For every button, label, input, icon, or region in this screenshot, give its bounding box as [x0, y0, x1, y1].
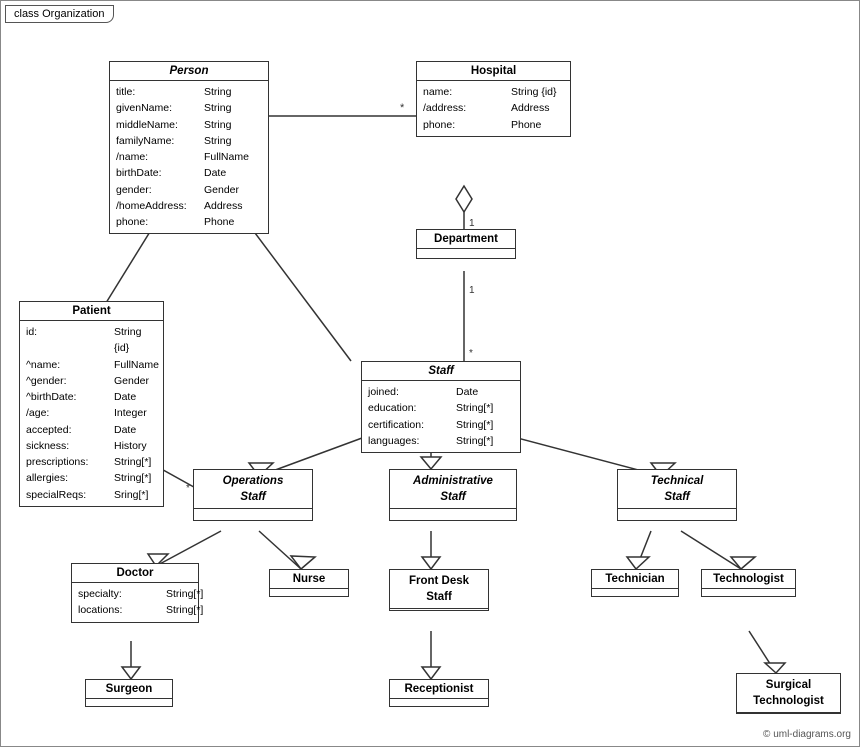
- front-desk-staff-title: Front Desk Staff: [390, 570, 488, 609]
- receptionist-title: Receptionist: [390, 680, 488, 699]
- operations-staff-class: Operations Staff: [193, 469, 313, 521]
- surgical-technologist-class: Surgical Technologist: [736, 673, 841, 714]
- surgical-technologist-title: Surgical Technologist: [737, 674, 840, 713]
- nurse-class: Nurse: [269, 569, 349, 597]
- receptionist-class: Receptionist: [389, 679, 489, 707]
- operations-staff-title: Operations Staff: [194, 470, 312, 509]
- hospital-title: Hospital: [417, 62, 570, 81]
- technical-staff-class: Technical Staff: [617, 469, 737, 521]
- department-class: Department: [416, 229, 516, 259]
- svg-text:1: 1: [469, 218, 475, 229]
- svg-text:*: *: [400, 102, 405, 114]
- administrative-staff-class: Administrative Staff: [389, 469, 517, 521]
- person-body: title:String givenName:String middleName…: [110, 81, 268, 233]
- technician-class: Technician: [591, 569, 679, 597]
- svg-text:1: 1: [469, 285, 475, 296]
- doctor-title: Doctor: [72, 564, 198, 583]
- diagram-title: class Organization: [5, 5, 114, 23]
- department-title: Department: [417, 230, 515, 249]
- staff-class: Staff joined:Date education:String[*] ce…: [361, 361, 521, 453]
- front-desk-staff-class: Front Desk Staff: [389, 569, 489, 611]
- patient-class: Patient id:String {id} ^name:FullName ^g…: [19, 301, 164, 507]
- patient-title: Patient: [20, 302, 163, 321]
- hospital-class: Hospital name:String {id} /address:Addre…: [416, 61, 571, 137]
- diagram-container: class Organization * * 1 * 1 *: [0, 0, 860, 747]
- copyright: © uml-diagrams.org: [763, 729, 851, 740]
- doctor-class: Doctor specialty:String[*] locations:Str…: [71, 563, 199, 623]
- staff-title: Staff: [362, 362, 520, 381]
- person-class: Person title:String givenName:String mid…: [109, 61, 269, 234]
- technical-staff-title: Technical Staff: [618, 470, 736, 509]
- person-title: Person: [110, 62, 268, 81]
- doctor-body: specialty:String[*] locations:String[*]: [72, 583, 198, 622]
- title-label: class Organization: [14, 8, 105, 20]
- surgeon-title: Surgeon: [86, 680, 172, 699]
- surgeon-class: Surgeon: [85, 679, 173, 707]
- technologist-title: Technologist: [702, 570, 795, 589]
- department-body: [417, 249, 515, 255]
- nurse-title: Nurse: [270, 570, 348, 589]
- hospital-body: name:String {id} /address:Address phone:…: [417, 81, 570, 136]
- technologist-class: Technologist: [701, 569, 796, 597]
- svg-text:*: *: [469, 348, 473, 359]
- technician-title: Technician: [592, 570, 678, 589]
- patient-body: id:String {id} ^name:FullName ^gender:Ge…: [20, 321, 163, 506]
- staff-body: joined:Date education:String[*] certific…: [362, 381, 520, 452]
- svg-text:*: *: [186, 483, 190, 494]
- administrative-staff-title: Administrative Staff: [390, 470, 516, 509]
